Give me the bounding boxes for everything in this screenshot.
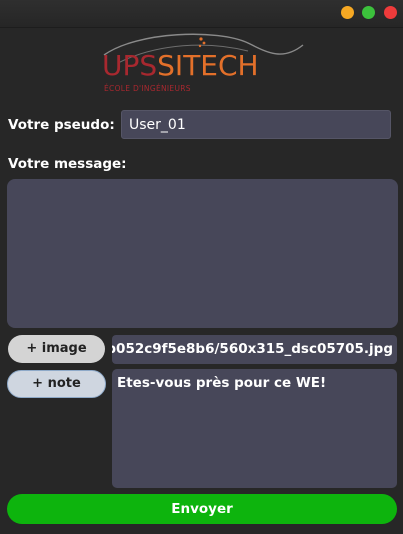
image-path-field[interactable]: cf-b052c9f5e8b6/560x315_dsc05705.jpg — [112, 335, 397, 364]
logo-subtitle: ÉCOLE D'INGÉNIEURS — [104, 84, 191, 93]
maximize-window-button[interactable] — [362, 6, 375, 19]
note-textarea[interactable]: Etes-vous près pour ce WE! — [112, 369, 397, 488]
send-button[interactable]: Envoyer — [7, 494, 397, 524]
title-bar — [0, 0, 403, 28]
add-note-button[interactable]: + note — [7, 370, 106, 398]
pseudo-input[interactable] — [121, 110, 391, 139]
logo-text: UPSSITECH — [102, 49, 259, 82]
message-label: Votre message: — [8, 156, 127, 172]
pseudo-label: Votre pseudo: — [8, 117, 115, 133]
close-window-button[interactable] — [384, 6, 397, 19]
upssitech-logo: UPSSITECH ÉCOLE D'INGÉNIEURS — [98, 33, 308, 99]
add-image-button[interactable]: + image — [8, 335, 105, 363]
minimize-window-button[interactable] — [341, 6, 354, 19]
message-textarea[interactable] — [7, 179, 398, 328]
image-path-text: cf-b052c9f5e8b6/560x315_dsc05705.jpg — [112, 341, 393, 357]
